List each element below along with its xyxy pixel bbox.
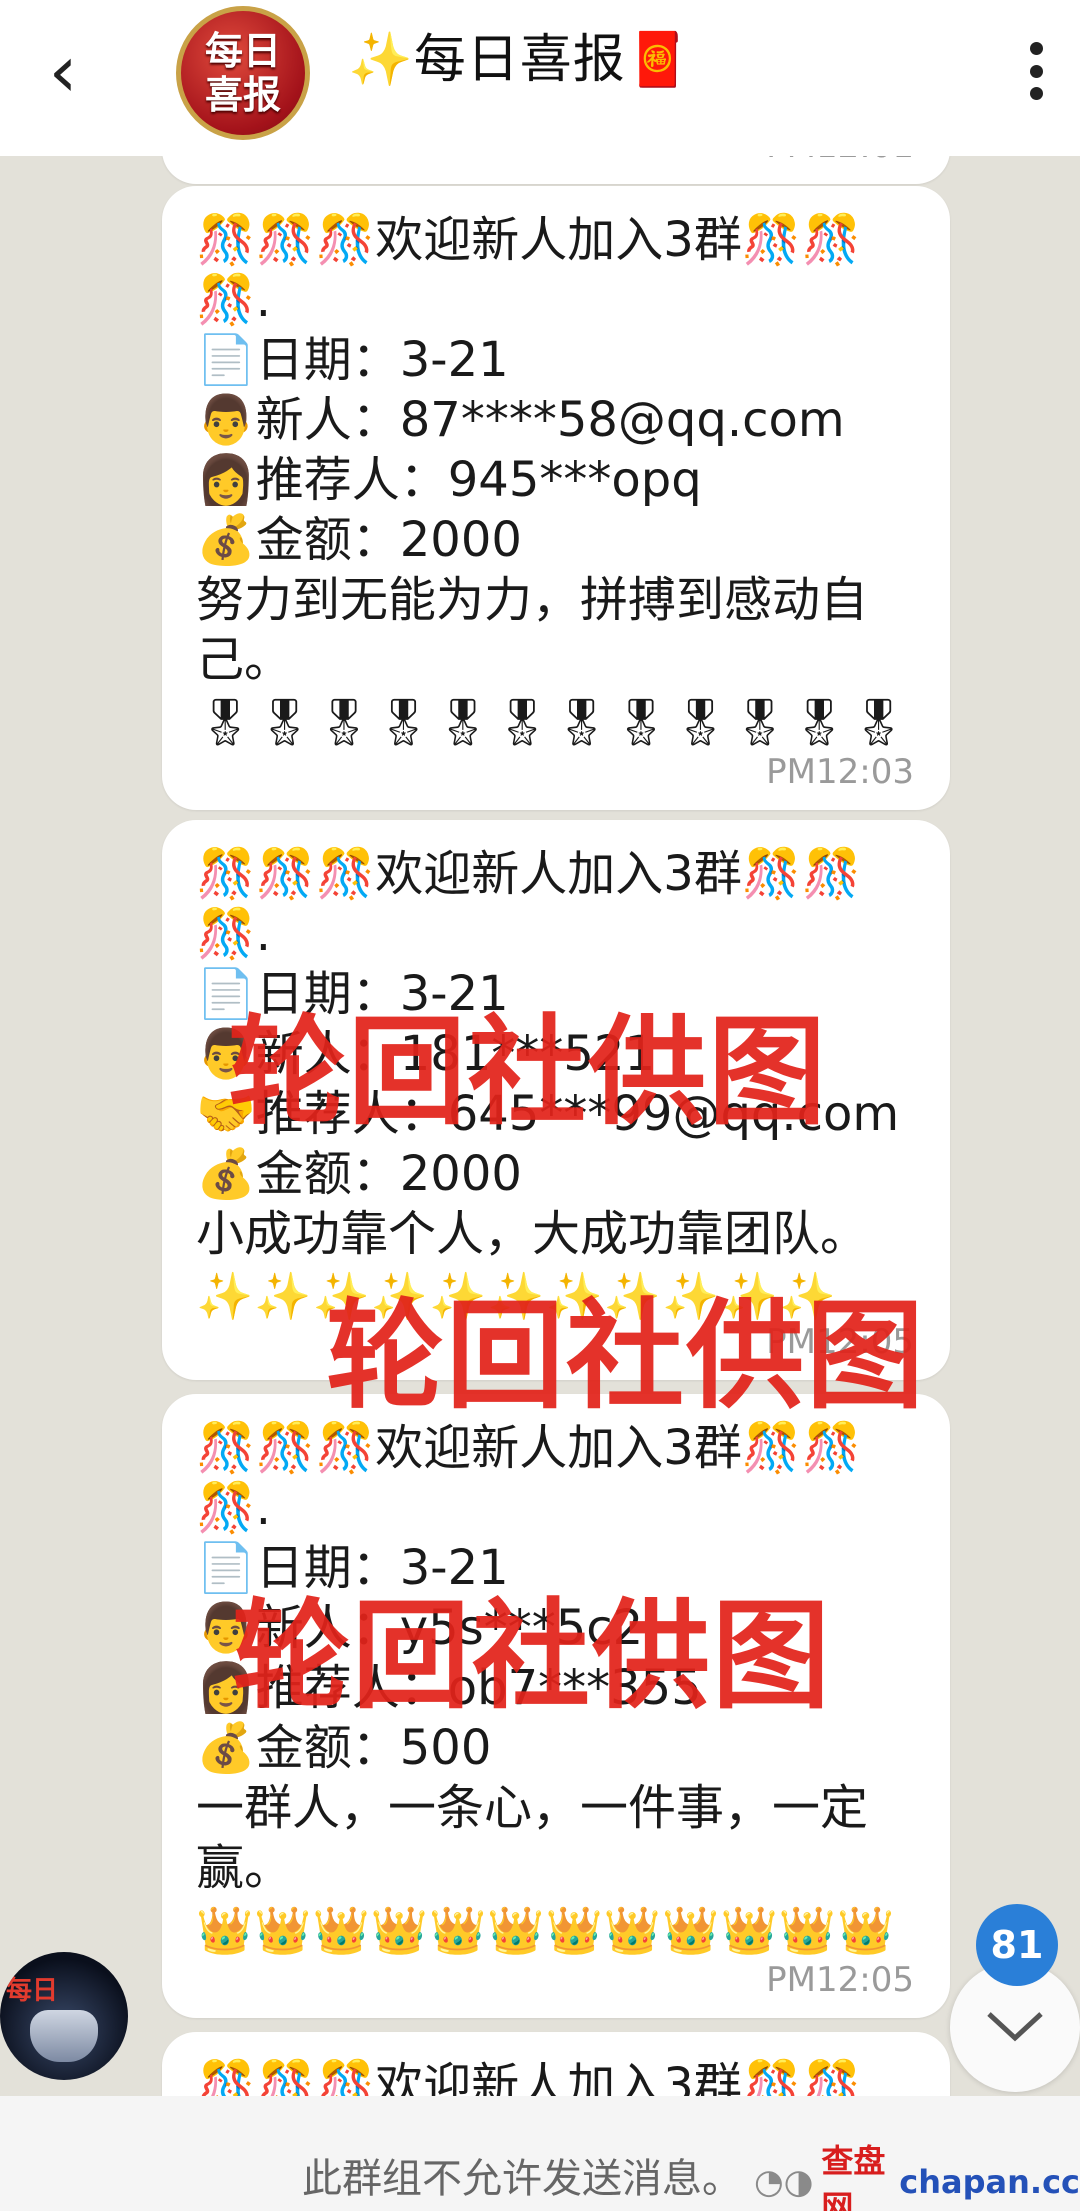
message-bubble[interactable]: 🎊🎊🎊欢迎新人加入3群🎊🎊 🎊. 📄日期：3-21 👨新人：87****58@q… [162, 186, 950, 810]
unread-count-badge[interactable]: 81 [976, 1904, 1058, 1986]
watermark-site: ◔◑ 查盘网 chapan.cc [754, 2136, 1080, 2211]
welcome-heading: 🎊🎊🎊欢迎新人加入3群🎊🎊 [196, 212, 862, 268]
welcome-heading-tail: 🎊. [196, 1480, 272, 1536]
message-time: PM12:05 [766, 1960, 914, 2000]
message-bubble[interactable]: PM12:01 [162, 156, 950, 184]
slogan-text: 努力到无能为力，拼搏到感动自己。 [196, 572, 869, 688]
site-domain: chapan.cc [899, 2163, 1080, 2201]
helmet-icon [30, 2010, 98, 2062]
date-line: 📄日期：3-21 [196, 332, 509, 388]
welcome-heading: 🎊🎊🎊欢迎新人加入3群🎊🎊 [196, 846, 862, 902]
logo-text-bottom: 喜报 [204, 73, 281, 117]
message-bubble[interactable]: 🎊🎊🎊欢迎新人加入3群🎊🎊 [162, 2032, 950, 2096]
welcome-heading-tail: 🎊. [196, 906, 272, 962]
slogan-text: 小成功靠个人，大成功靠团队。 [196, 1206, 869, 1262]
back-arrow-icon[interactable]: ‹ [28, 35, 98, 107]
amount-line: 💰金额：2000 [196, 512, 522, 568]
welcome-heading-tail: 🎊. [196, 272, 272, 328]
no-posting-notice: 此群组不允许发送消息。 [302, 2156, 742, 2202]
message-time: PM12:03 [766, 752, 914, 792]
kebab-menu-icon[interactable] [1016, 36, 1056, 106]
watermark: 轮回社供图 [232, 1587, 833, 1725]
crown-decoration: 👑👑👑👑👑👑👑👑👑👑👑👑 [196, 1903, 896, 1957]
amount-line: 💰金额：2000 [196, 1146, 522, 1202]
chat-title[interactable]: ✨每日喜报🧧 [348, 14, 692, 94]
watermark: 轮回社供图 [228, 1003, 829, 1141]
logo-text-top: 每日 [204, 29, 281, 73]
group-avatar[interactable]: 每日 喜报 [176, 6, 310, 140]
newcomer-line: 👨新人：87****58@qq.com [196, 392, 845, 448]
avatar-label: 每日 [6, 1976, 59, 2006]
input-bar: 此群组不允许发送消息。 ◔◑ 查盘网 chapan.cc [0, 2096, 1080, 2211]
chat-header: ‹ 每日 喜报 ✨每日喜报🧧 [0, 0, 1080, 156]
site-prefix: 查盘网 [821, 2142, 886, 2211]
wechat-icon: ◔◑ [754, 2162, 814, 2202]
watermark: 轮回社供图 [326, 1287, 927, 1425]
message-list[interactable]: PM12:01 🎊🎊🎊欢迎新人加入3群🎊🎊 🎊. 📄日期：3-21 👨新人：87… [0, 156, 1080, 2096]
referrer-line: 👩推荐人：945***opq [196, 452, 702, 508]
slogan-text: 一群人，一条心，一件事，一定赢。 [196, 1780, 869, 1896]
sender-avatar[interactable]: 每日 [0, 1952, 128, 2080]
welcome-heading: 🎊🎊🎊欢迎新人加入3群🎊🎊 [196, 2058, 862, 2096]
message-time: PM12:01 [766, 156, 914, 166]
medal-decoration: 🎖🎖🎖🎖🎖🎖🎖🎖🎖🎖🎖🎖 [196, 695, 909, 749]
